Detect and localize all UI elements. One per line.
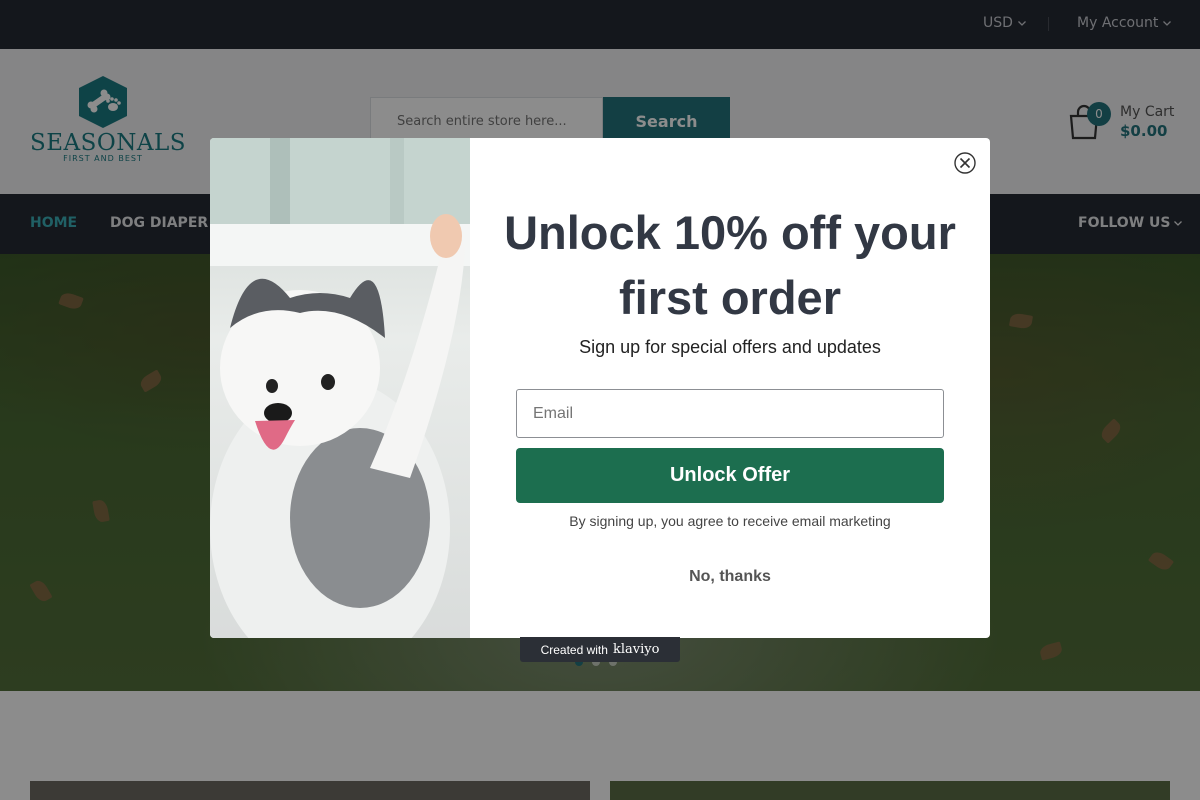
husky-puppy-illustration: [210, 138, 470, 638]
email-field[interactable]: [516, 389, 944, 438]
signup-popup: Unlock 10% off your first order Sign up …: [210, 138, 990, 638]
unlock-offer-button[interactable]: Unlock Offer: [516, 448, 944, 503]
popup-headline: Unlock 10% off your first order: [504, 206, 956, 324]
no-thanks-link[interactable]: No, thanks: [470, 568, 990, 586]
close-icon[interactable]: [954, 152, 976, 174]
klaviyo-logo: klaviyo: [612, 642, 660, 657]
klaviyo-badge[interactable]: Created with klaviyo: [520, 637, 680, 662]
popup-content: Unlock 10% off your first order Sign up …: [470, 138, 990, 638]
puppy-image: [210, 138, 470, 638]
popup-subheadline: Sign up for special offers and updates: [579, 337, 881, 357]
marketing-disclaimer: By signing up, you agree to receive emai…: [569, 513, 891, 529]
badge-prefix: Created with: [540, 642, 608, 657]
